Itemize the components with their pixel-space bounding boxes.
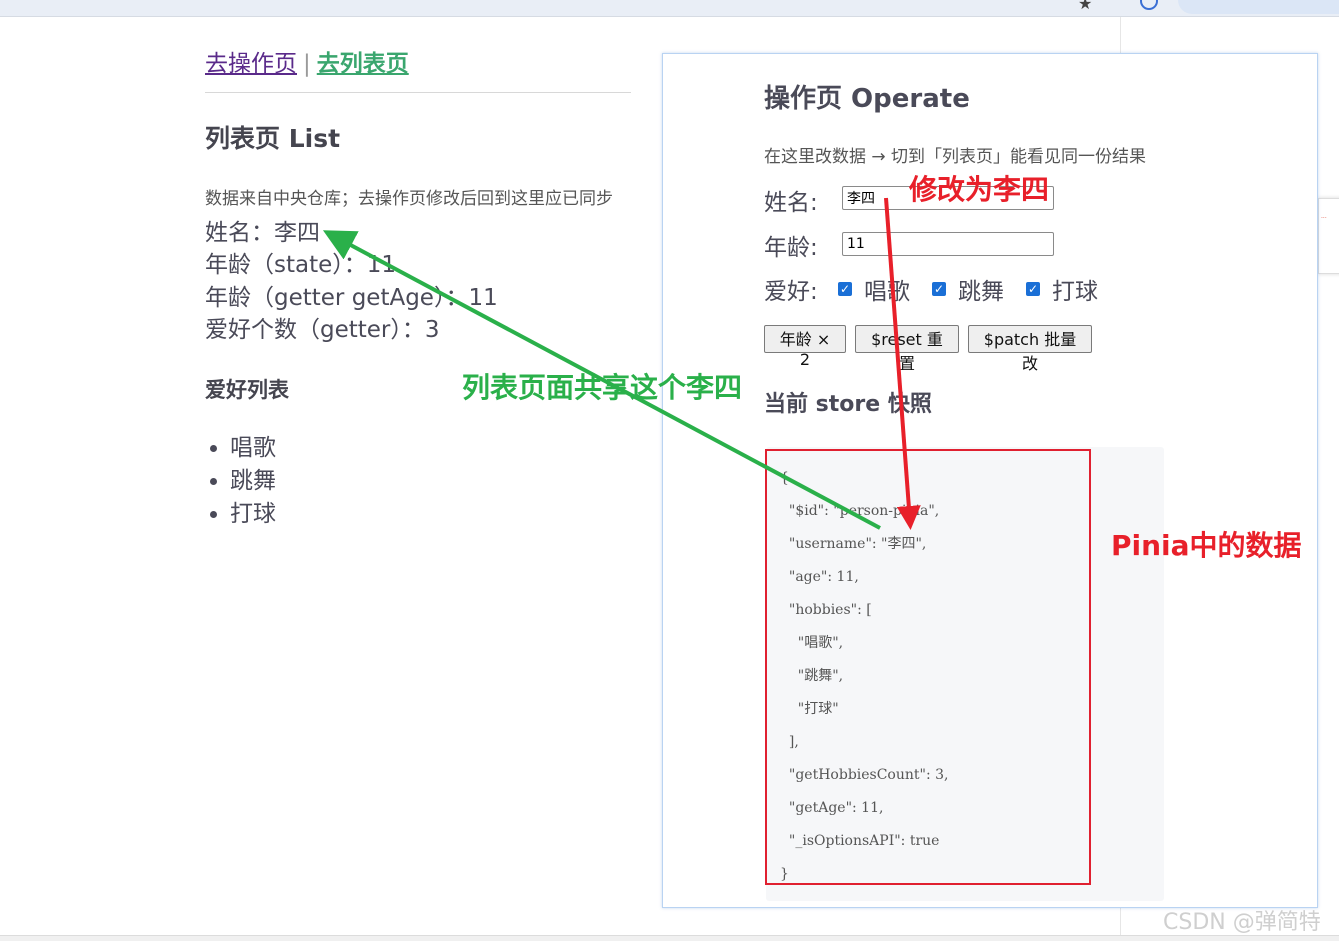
annotation-pinia: Pinia中的数据 [1111, 529, 1302, 562]
annotation-arrows [322, 197, 921, 530]
bottom-border [0, 935, 1339, 941]
watermark: CSDN @弹简特 [1163, 910, 1321, 935]
annotation-shared: 列表页面共享这个李四 [462, 371, 743, 404]
red-arrow [884, 197, 921, 530]
annotation-modify: 修改为李四 [909, 173, 1050, 206]
